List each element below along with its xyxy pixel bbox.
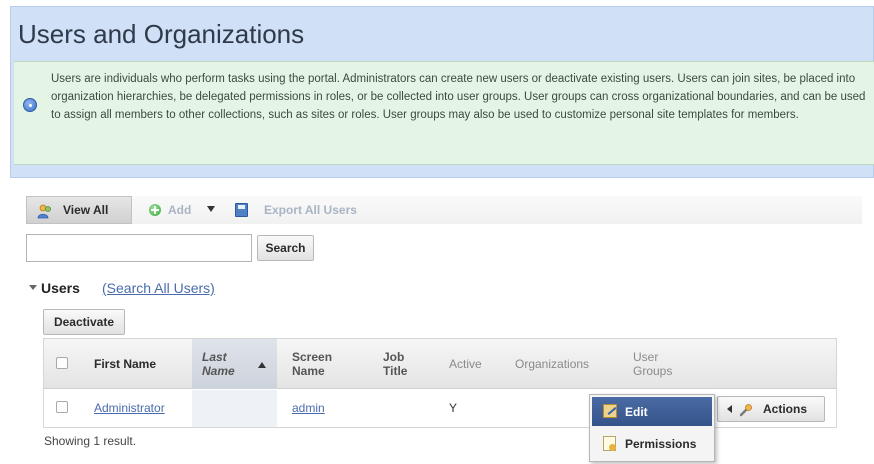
search-all-users-link[interactable]: (Search All Users)	[102, 280, 215, 296]
people-icon	[37, 204, 51, 219]
add-button[interactable]: Add	[168, 203, 191, 217]
info-text: Users are individuals who perform tasks …	[51, 73, 866, 121]
page-title: Users and Organizations	[18, 19, 305, 49]
caret-left-icon	[727, 405, 732, 413]
edit-icon	[603, 404, 617, 418]
add-icon[interactable]	[149, 204, 161, 216]
info-icon	[23, 98, 37, 112]
page-header: Users and Organizations Users are indivi…	[10, 6, 874, 178]
column-last-name-label: Last Name	[202, 350, 235, 378]
export-all-users-button[interactable]: Export All Users	[264, 203, 357, 217]
search-input[interactable]	[26, 234, 252, 262]
section-title: Users	[41, 280, 80, 296]
menu-item-permissions[interactable]: Permissions	[592, 429, 712, 458]
view-all-label: View All	[63, 203, 109, 217]
actions-label: Actions	[763, 402, 808, 416]
permissions-icon	[603, 436, 616, 451]
search-button[interactable]: Search	[257, 235, 314, 261]
menu-item-edit[interactable]: Edit	[592, 397, 712, 426]
chevron-down-icon[interactable]	[207, 206, 215, 212]
results-count: Showing 1 result.	[44, 434, 137, 448]
column-user-groups[interactable]: User Groups	[633, 339, 693, 389]
column-first-name[interactable]: First Name	[94, 339, 194, 389]
actions-menu: Edit Permissions	[589, 394, 715, 462]
collapse-arrow-icon[interactable]	[29, 285, 37, 290]
menu-item-edit-label: Edit	[625, 405, 648, 419]
row-checkbox[interactable]	[56, 401, 68, 413]
info-message: Users are individuals who perform tasks …	[14, 61, 874, 165]
deactivate-button[interactable]: Deactivate	[43, 309, 125, 335]
wrench-icon	[739, 404, 752, 417]
column-screen-name[interactable]: Screen Name	[292, 339, 357, 389]
sorted-column-cell	[192, 390, 277, 427]
toolbar: View All Add Export All Users	[26, 196, 862, 224]
cell-screen-name[interactable]: admin	[292, 401, 325, 415]
column-job-title[interactable]: Job Title	[383, 339, 428, 389]
export-icon[interactable]	[235, 203, 248, 217]
column-active[interactable]: Active	[449, 339, 509, 389]
select-all-checkbox[interactable]	[56, 357, 68, 369]
cell-active: Y	[449, 401, 458, 415]
column-organizations[interactable]: Organizations	[515, 339, 615, 389]
menu-item-permissions-label: Permissions	[625, 437, 697, 451]
actions-button[interactable]: Actions	[717, 396, 825, 422]
view-all-button[interactable]: View All	[26, 196, 132, 224]
sort-ascending-icon	[258, 362, 266, 368]
cell-first-name[interactable]: Administrator	[94, 401, 165, 415]
table-header: First Name Last Name Screen Name Job Tit…	[44, 339, 836, 389]
